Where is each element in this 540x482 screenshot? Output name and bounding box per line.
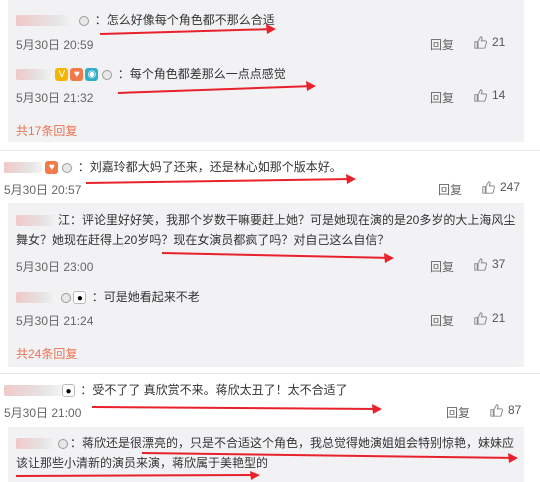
divider (0, 150, 540, 151)
timestamp: 5月30日 21:00 (4, 406, 82, 420)
timestamp: 5月30日 21:32 (16, 91, 94, 105)
like-count: 37 (492, 257, 506, 271)
divider (0, 373, 540, 374)
thumbs-up-icon (474, 36, 487, 49)
like-button[interactable]: 87 (490, 403, 521, 417)
heart-badge-icon: ♥ (70, 68, 84, 82)
heart-badge-icon: ♥ (45, 161, 59, 175)
annotation-arrow (141, 452, 518, 463)
list-item: 江：评论里好好笑，我那个岁数干嘛要赶上她？可是她现在演的是20多岁的大上海风尘 … (16, 210, 516, 250)
thumbs-up-icon (490, 404, 503, 417)
medal-icon (79, 15, 90, 26)
like-button[interactable]: 247 (482, 180, 520, 194)
panda-icon: ● (62, 384, 75, 398)
camera-icon: ◉ (85, 68, 99, 82)
like-count: 21 (492, 311, 506, 325)
username-redacted[interactable] (16, 215, 58, 227)
thumbs-up-icon (474, 258, 487, 271)
reply-button[interactable]: 回复 (438, 181, 462, 198)
medal-icon (62, 162, 73, 173)
timestamp: 5月30日 21:24 (16, 314, 94, 328)
annotation-arrow (161, 252, 394, 263)
timestamp: 5月30日 20:57 (4, 183, 82, 197)
list-item: ● ：可是她看起来不老 (16, 287, 200, 307)
comment-text: ：受不了了 真欣赏不来。蒋欣太丑了！太不合适了 (80, 383, 348, 397)
like-button[interactable]: 21 (474, 35, 505, 49)
comment-text-line2: 舞女？她现在赶得上20岁吗？现在女演员都疯了吗？对自己这么自信？ (16, 233, 390, 247)
annotation-arrow (91, 404, 382, 414)
like-count: 87 (508, 403, 522, 417)
more-replies-link[interactable]: 共17条回复 (16, 122, 77, 139)
reply-button[interactable]: 回复 (446, 404, 470, 421)
annotation-arrow (15, 471, 260, 480)
username-redacted[interactable] (16, 438, 56, 450)
like-button[interactable]: 37 (474, 257, 505, 271)
username-redacted[interactable] (16, 69, 52, 81)
thumbs-up-icon (474, 312, 487, 325)
comment-text: ：可是她看起来不老 (91, 290, 200, 304)
reply-button[interactable]: 回复 (430, 258, 454, 275)
like-count: 21 (492, 35, 506, 49)
reply-button[interactable]: 回复 (430, 89, 454, 106)
username-redacted[interactable] (4, 385, 62, 397)
medal-icon (102, 69, 113, 80)
star-icon: V (55, 68, 69, 82)
medal-icon (58, 438, 68, 449)
reply-button[interactable]: 回复 (430, 36, 454, 53)
timestamp: 5月30日 23:00 (16, 260, 94, 274)
annotation-arrow (117, 81, 316, 94)
username-redacted[interactable] (4, 162, 42, 174)
annotation-arrow (99, 24, 276, 35)
annotation-arrow (85, 174, 356, 184)
more-replies-link[interactable]: 共24条回复 (16, 345, 77, 362)
like-button[interactable]: 21 (474, 311, 505, 325)
like-count: 14 (492, 88, 506, 102)
like-count: 247 (500, 180, 521, 194)
panda-icon: ● (73, 291, 87, 305)
list-item: ● ：受不了了 真欣赏不来。蒋欣太丑了！太不合适了 (4, 380, 348, 400)
reply-button[interactable]: 回复 (430, 312, 454, 329)
thumbs-up-icon (474, 89, 487, 102)
medal-icon (61, 292, 72, 303)
comment-text: 江：评论里好好笑，我那个岁数干嘛要赶上她？可是她现在演的是20多岁的大上海风尘 (58, 213, 516, 227)
username-redacted[interactable] (16, 15, 74, 27)
timestamp: 5月30日 20:59 (16, 38, 94, 52)
username-redacted[interactable] (16, 292, 56, 304)
thumbs-up-icon (482, 181, 495, 194)
like-button[interactable]: 14 (474, 88, 505, 102)
